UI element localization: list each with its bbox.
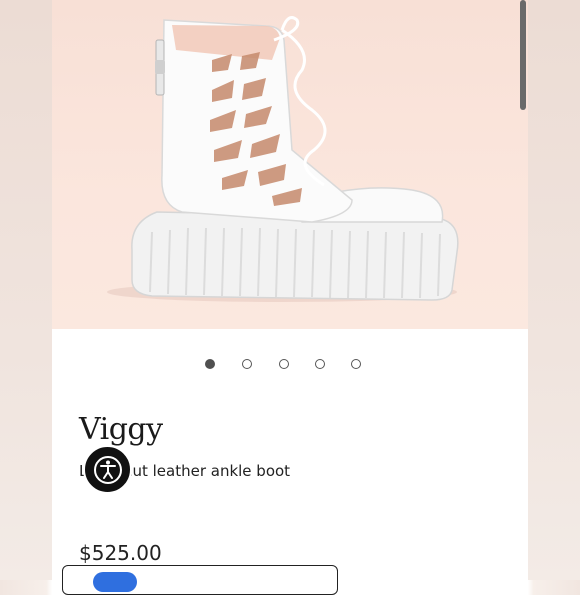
image-pagination xyxy=(52,356,528,372)
pagination-dot[interactable] xyxy=(279,359,289,369)
pagination-dot[interactable] xyxy=(351,359,361,369)
left-background xyxy=(0,0,52,580)
button-badge xyxy=(93,572,137,592)
right-background xyxy=(528,0,580,580)
add-to-bag-button[interactable] xyxy=(62,565,338,595)
product-page: Viggy Laser-cut leather ankle boot $525.… xyxy=(52,0,528,580)
product-image[interactable] xyxy=(52,0,528,329)
product-price: $525.00 xyxy=(79,541,162,565)
accessibility-button[interactable] xyxy=(83,445,132,494)
pagination-dot[interactable] xyxy=(242,359,252,369)
scrollbar-thumb[interactable] xyxy=(520,0,526,110)
pagination-dot[interactable] xyxy=(315,359,325,369)
accessibility-icon xyxy=(93,455,122,484)
boot-illustration xyxy=(107,16,459,302)
product-name: Viggy xyxy=(79,412,163,447)
pagination-dot[interactable] xyxy=(205,359,215,369)
